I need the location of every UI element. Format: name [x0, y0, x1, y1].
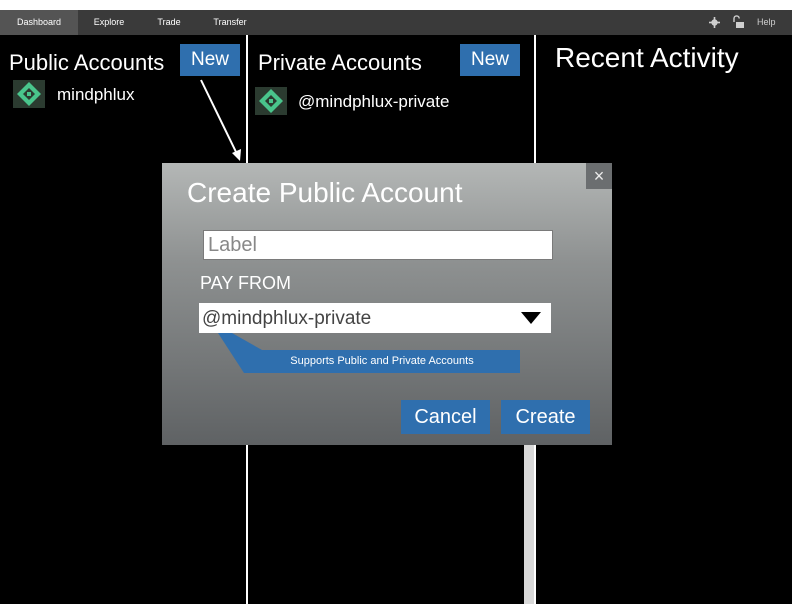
gear-icon[interactable] [709, 10, 720, 35]
create-button[interactable]: Create [501, 400, 590, 434]
tab-transfer[interactable]: Transfer [198, 10, 262, 35]
tab-dashboard[interactable]: Dashboard [0, 10, 78, 35]
tab-trade[interactable]: Trade [140, 10, 198, 35]
app-window: Dashboard Explore Trade Transfer Help Pu… [0, 10, 792, 604]
account-name[interactable]: mindphlux [57, 85, 135, 105]
account-avatar [13, 80, 45, 108]
account-name[interactable]: @mindphlux-private [298, 92, 449, 112]
new-private-account-button[interactable]: New [460, 44, 520, 76]
account-avatar [255, 87, 287, 115]
help-link[interactable]: Help [757, 10, 776, 35]
top-nav: Dashboard Explore Trade Transfer Help [0, 10, 792, 35]
create-account-dialog: × Create Public Account PAY FROM @mindph… [162, 163, 612, 445]
tooltip: Supports Public and Private Accounts [244, 350, 520, 373]
private-accounts-title: Private Accounts [258, 50, 422, 75]
public-accounts-title: Public Accounts [9, 50, 165, 75]
recent-activity-title: Recent Activity [555, 42, 739, 73]
scrollbar[interactable] [524, 445, 534, 604]
tab-explore[interactable]: Explore [78, 10, 140, 35]
unlock-icon[interactable] [732, 10, 744, 35]
cancel-button[interactable]: Cancel [401, 400, 490, 434]
new-public-account-button[interactable]: New [180, 44, 240, 76]
